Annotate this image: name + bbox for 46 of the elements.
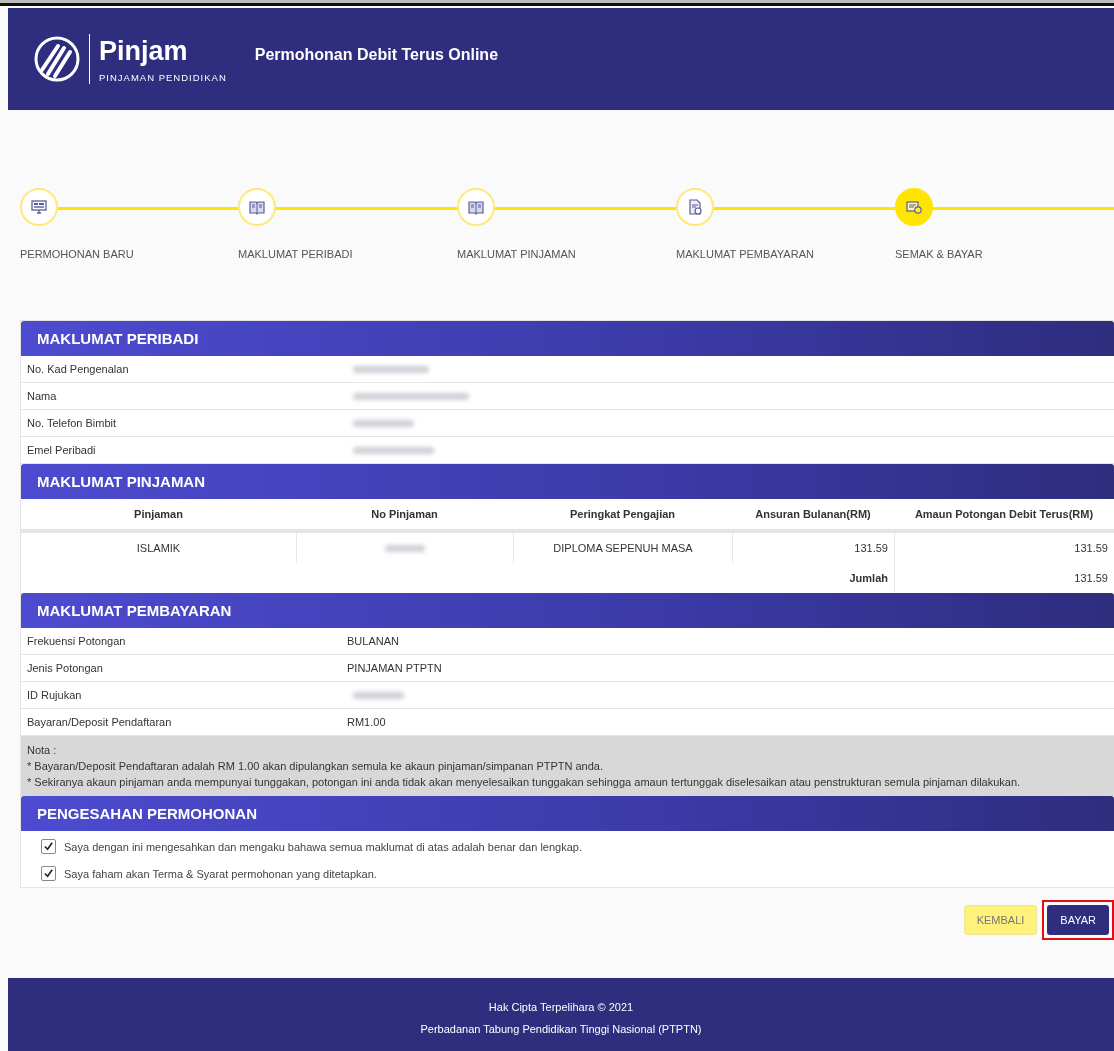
field-value: BULANAN xyxy=(346,635,400,647)
column-header: No Pinjaman xyxy=(296,499,513,533)
field-label: Emel Peribadi xyxy=(26,444,97,456)
page-title: Permohonan Debit Terus Online xyxy=(254,46,499,64)
checkbox-label: Saya faham akan Terma & Syarat permohonan yang ditetapkan. xyxy=(64,867,377,880)
table-cell: 131.59 xyxy=(732,533,894,563)
column-header: Ansuran Bulanan(RM) xyxy=(732,499,894,533)
footer-text: Hak Cipta Terpelihara © 2021 xyxy=(488,1001,634,1013)
step-label: SEMAK & BAYAR xyxy=(895,248,984,260)
footer-text: Perbadanan Tabung Pendidikan Tinggi Nasional (PTPTN) xyxy=(420,1023,702,1035)
total-label: Jumlah xyxy=(848,571,889,586)
section-header: MAKLUMAT PEMBAYARAN xyxy=(21,593,1114,628)
step-label: PERMOHONAN BARU xyxy=(20,248,135,260)
monitor-icon xyxy=(29,197,49,217)
table-cell: DIPLOMA SEPENUH MASA xyxy=(513,533,732,563)
section-header: PENGESAHAN PERMOHONAN xyxy=(21,796,1114,831)
logo-name: Pinjam xyxy=(99,35,189,66)
logo-icon xyxy=(34,36,80,82)
logo-tagline: PINJAMAN PENDIDIKAN xyxy=(99,71,227,83)
section-header: MAKLUMAT PERIBADI xyxy=(21,321,1114,356)
note-heading: Nota : xyxy=(27,743,58,758)
field-label: No. Telefon Bimbit xyxy=(26,417,118,429)
section-header: MAKLUMAT PINJAMAN xyxy=(21,464,1114,499)
note-text: * Sekiranya akaun pinjaman anda mempunyai tunggakan, potongan ini anda tidak akan menyelesaikan tunggakan sehingga amaun tertunggak diselesaikan atau penstrukturan semula pinjaman dilakukan. xyxy=(27,775,1022,790)
table-cell-text: ISLAMIK xyxy=(135,541,182,556)
step-label: MAKLUMAT PINJAMAN xyxy=(457,248,577,260)
back-button[interactable]: KEMBALI xyxy=(963,905,1038,935)
field-label: ID Rujukan xyxy=(26,689,83,701)
column-header: Amaun Potongan Debit Terus(RM) xyxy=(894,499,1114,533)
field-label: Frekuensi Potongan xyxy=(26,635,127,647)
column-header: Peringkat Pengajian xyxy=(513,499,732,533)
field-label: Bayaran/Deposit Pendaftaran xyxy=(26,716,173,728)
checkbox[interactable] xyxy=(41,866,56,881)
column-header: Pinjaman xyxy=(21,499,296,533)
checkbox-label: Saya dengan ini mengesahkan dan mengaku bahawa semua maklumat di atas adalah benar dan lengkap. xyxy=(64,840,582,853)
step-label: MAKLUMAT PERIBADI xyxy=(238,248,354,260)
checkbox[interactable] xyxy=(41,839,56,854)
pay-button[interactable]: BAYAR xyxy=(1047,905,1109,935)
note-text: * Bayaran/Deposit Pendaftaran adalah RM 1.00 akan dipulangkan semula ke akaun pinjaman/simpanan PTPTN anda. xyxy=(27,759,605,774)
field-label: Nama xyxy=(26,390,58,402)
field-value: RM1.00 xyxy=(346,716,387,728)
field-value: PINJAMAN PTPTN xyxy=(346,662,443,674)
field-label: No. Kad Pengenalan xyxy=(26,363,130,375)
step-label: MAKLUMAT PEMBAYARAN xyxy=(676,248,815,260)
table-cell: 131.59 xyxy=(894,533,1114,563)
field-label: Jenis Potongan xyxy=(26,662,104,674)
